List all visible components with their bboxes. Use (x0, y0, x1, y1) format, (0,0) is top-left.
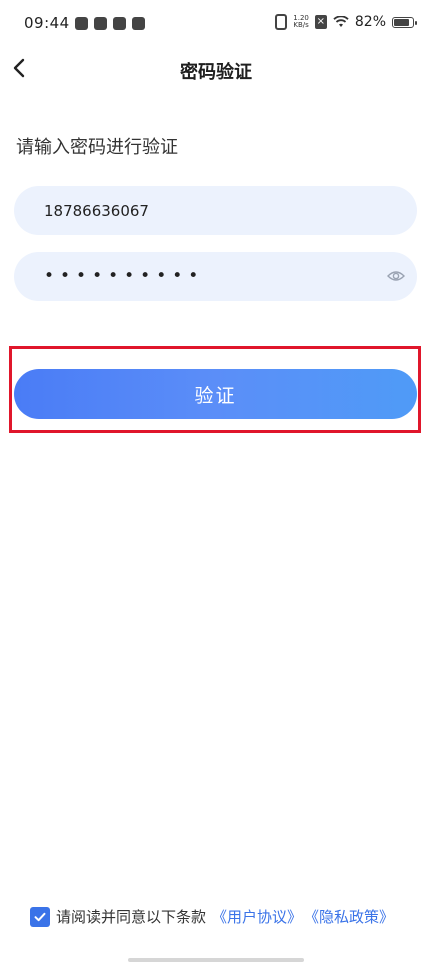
agreement-text: 请阅读并同意以下条款 (56, 908, 207, 926)
battery-icon (392, 16, 417, 28)
page-title: 密码验证 (180, 62, 252, 83)
status-bar: 09:44 1.20 KB/s × 82% (0, 0, 432, 50)
user-agreement-link[interactable]: 《用户协议》 (212, 906, 302, 927)
status-time: 09:44 (24, 14, 70, 32)
agreement-row: 请阅读并同意以下条款 《用户协议》 《隐私政策》 (30, 906, 394, 927)
notification-icons (75, 17, 145, 30)
password-mask: •••••••••• (44, 266, 205, 286)
privacy-policy-link[interactable]: 《隐私政策》 (304, 906, 394, 927)
no-sim-icon: × (314, 15, 327, 29)
battery-percent: 82% (354, 14, 386, 30)
check-icon (34, 912, 46, 921)
vibrate-icon (275, 14, 288, 30)
network-speed: 1.20 KB/s (293, 14, 309, 29)
tiktok-icon (113, 17, 126, 30)
app-notification-icon (75, 17, 88, 30)
wifi-icon (333, 16, 349, 27)
battery-level (394, 18, 409, 26)
home-indicator[interactable] (128, 958, 304, 962)
phone-input[interactable]: 18786636067 (14, 186, 417, 235)
eye-icon[interactable] (387, 269, 405, 283)
instruction-text: 请输入密码进行验证 (16, 137, 178, 158)
verify-button[interactable]: 验证 (14, 369, 417, 419)
agree-checkbox[interactable] (30, 906, 50, 927)
password-input[interactable]: •••••••••• (14, 252, 417, 301)
app-notification-icon (94, 17, 107, 30)
status-indicators: 1.20 KB/s × 82% (275, 14, 417, 30)
phone-value: 18786636067 (44, 202, 149, 220)
app-notification-icon (132, 17, 145, 30)
password-verify-screen: 09:44 1.20 KB/s × 82% 密码验证 请输入密码进行验证 187… (0, 0, 432, 964)
